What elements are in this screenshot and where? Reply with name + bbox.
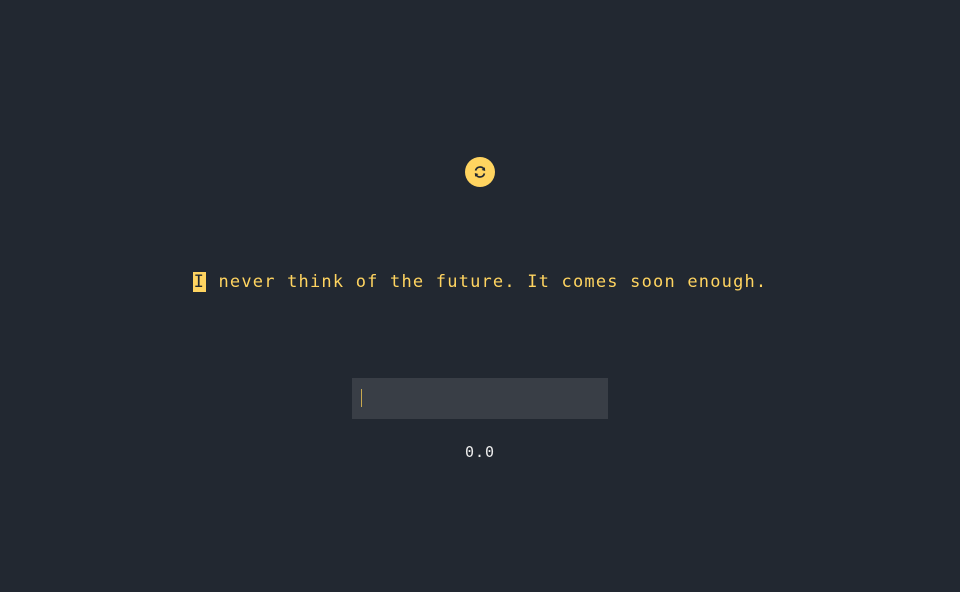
- score-display: 0.0: [464, 443, 496, 461]
- typing-input-container: [352, 378, 608, 419]
- refresh-button[interactable]: [465, 157, 495, 187]
- text-cursor: [361, 389, 362, 407]
- typing-test-page: I never think of the future. It comes so…: [0, 0, 960, 592]
- quote-remaining-text: never think of the future. It comes soon…: [207, 272, 768, 292]
- quote-text: I never think of the future. It comes so…: [0, 270, 960, 294]
- current-character: I: [192, 272, 207, 292]
- refresh-icon: [473, 165, 487, 179]
- typing-input[interactable]: [352, 378, 608, 419]
